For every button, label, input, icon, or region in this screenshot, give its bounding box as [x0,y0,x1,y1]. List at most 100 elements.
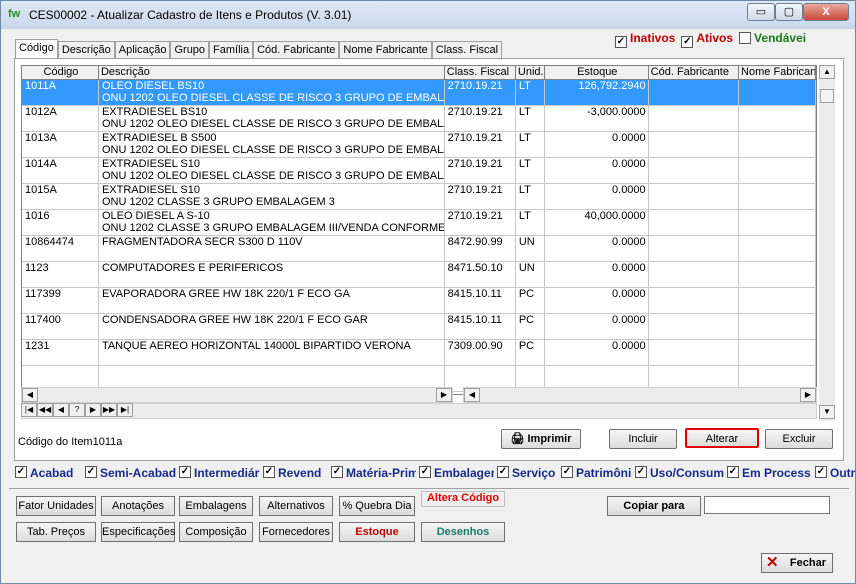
cell-unid: UN [516,262,545,287]
category-filter[interactable]: ✓ Patrimôni [561,466,632,480]
items-grid[interactable]: Código Descrição Class. Fiscal Unid. Est… [21,65,817,395]
category-filters: ✓ Acabad ✓ Semi-Acabad ✓ Intermediár ✓ Revend ✓ M… [15,466,856,480]
horizontal-scrollbar-left[interactable]: ◀ ▶ [21,387,453,403]
category-label: Uso/Consum [650,466,724,480]
vertical-scrollbar[interactable]: ▲ ▼ [819,65,835,421]
close-button[interactable]: X [803,3,849,21]
estoque-button[interactable]: Estoque [339,522,415,542]
cell-cod-fabricante [649,132,740,157]
tab-precos-button[interactable]: Tab. Preços [16,522,96,542]
scroll-left-icon[interactable]: ◀ [22,388,38,402]
scroll-thumb[interactable] [820,89,834,103]
cell-class-fiscal: 8415.10.11 [445,288,516,313]
cell-estoque: 0.0000 [545,158,649,183]
cell-cod-fabricante [649,236,740,261]
incluir-button[interactable]: Incluir [609,429,677,449]
main-window: fw CES00002 - Atualizar Cadastro de Iten… [0,0,856,584]
table-row[interactable]: 1013A EXTRADIESEL B S500 ONU 1202 OLEO DIE… [22,132,816,158]
especificacoes-button[interactable]: Especificações [101,522,175,542]
col-descricao[interactable]: Descrição [99,66,445,79]
checkbox-icon: ✓ [615,36,627,48]
filter-ativos[interactable]: ✓ Ativos [681,31,733,48]
scroll-right-icon[interactable]: ▶ [800,388,816,402]
category-filter[interactable]: ✓ Matéria-Prim [331,466,416,480]
desc-line-2: ONU 1202 OLEO DIESEL CLASSE DE RISCO 3 G… [101,170,445,182]
next-record-button[interactable]: ▶ [85,403,101,417]
category-filter[interactable]: ✓ Em Process [727,466,812,480]
table-row[interactable]: 1123 COMPUTADORES E PERIFERICOS 8471.50.10… [22,262,816,288]
col-class-fiscal[interactable]: Class. Fiscal [445,66,516,79]
cell-descricao: EXTRADIESEL S10 ONU 1202 CLASSE 3 GRUPO E… [99,184,445,209]
category-filter[interactable]: ✓ Serviço [497,466,558,480]
table-row[interactable]: 1011A OLEO DIESEL BS10 ONU 1202 OLEO DIESE… [22,80,816,106]
col-cod-fabricante[interactable]: Cód. Fabricante [649,66,740,79]
fechar-button[interactable]: ✕ Fechar [761,553,833,573]
category-filter[interactable]: ✓Outros [815,466,856,480]
cell-codigo: 1231 [22,340,99,365]
horizontal-scrollbar-right[interactable]: ◀ ▶ [463,387,817,403]
cell-cod-fabricante [649,210,740,235]
alterar-button[interactable]: Alterar [685,428,759,448]
maximize-button[interactable]: ▢ [775,3,803,21]
prev-page-button[interactable]: ◀◀ [37,403,53,417]
tab-codigo[interactable]: Código [15,39,58,60]
excluir-button[interactable]: Excluir [765,429,833,449]
category-filter[interactable]: ✓ Acabad [15,466,82,480]
embalagens-button[interactable]: Embalagens [179,496,253,516]
quebra-dia-button[interactable]: % Quebra Dia [339,496,415,516]
copiar-para-button[interactable]: Copiar para [607,496,701,516]
last-record-button[interactable]: ▶| [117,403,133,417]
col-codigo[interactable]: Código [22,66,99,79]
cell-estoque: 0.0000 [545,340,649,365]
category-filter[interactable]: ✓ Intermediár [179,466,260,480]
category-filter[interactable]: ✓ Uso/Consum [635,466,724,480]
fator-unidades-button[interactable]: Fator Unidades [16,496,96,516]
cell-descricao: OLEO DIESEL A S-10 ONU 1202 CLASSE 3 GRUP… [99,210,445,235]
scroll-left-icon[interactable]: ◀ [464,388,480,402]
col-nome-fabricante[interactable]: Nome Fabrican [739,66,816,79]
altera-codigo-button[interactable]: Altera Código [421,491,505,507]
table-row[interactable]: 1012A EXTRADIESEL BS10 ONU 1202 OLEO DIESE… [22,106,816,132]
table-row[interactable]: 117399 EVAPORADORA GREE HW 18K 220/1 F EC… [22,288,816,314]
table-row[interactable]: 1015A EXTRADIESEL S10 ONU 1202 CLASSE 3 GR… [22,184,816,210]
col-estoque[interactable]: Estoque [545,66,649,79]
table-row[interactable]: 1014A EXTRADIESEL S10 ONU 1202 OLEO DIESEL… [22,158,816,184]
checkbox-icon: ✓ [561,466,573,478]
search-record-button[interactable]: ? [69,403,85,417]
desc-line-2: ONU 1202 OLEO DIESEL CLASSE DE RISCO 3 G… [101,118,445,130]
cell-nome-fabricante [739,288,816,313]
col-unid[interactable]: Unid. [516,66,545,79]
cell-estoque: 40,000.0000 [545,210,649,235]
fornecedores-button[interactable]: Fornecedores [259,522,333,542]
cell-unid: LT [516,106,545,131]
table-row[interactable]: 117400 CONDENSADORA GREE HW 18K 220/1 F E… [22,314,816,340]
category-filter[interactable]: ✓ Semi-Acabad [85,466,176,480]
scroll-down-icon[interactable]: ▼ [819,405,835,419]
filter-inativos[interactable]: ✓ Inativos [615,31,675,48]
imprimir-button[interactable]: 🖨 Imprimir [501,429,581,449]
composicao-button[interactable]: Composição [179,522,253,542]
cell-descricao: TANQUE AEREO HORIZONTAL 14000L BIPARTIDO… [99,340,445,365]
scroll-up-icon[interactable]: ▲ [819,65,835,79]
cell-codigo: 1011A [22,80,99,105]
table-row[interactable]: 10864474 FRAGMENTADORA SECR S300 D 110V 84… [22,236,816,262]
checkbox-icon: ✓ [497,466,509,478]
category-filter[interactable]: ✓ Revend [263,466,328,480]
next-page-button[interactable]: ▶▶ [101,403,117,417]
alternativos-button[interactable]: Alternativos [259,496,333,516]
desc-line-1: COMPUTADORES E PERIFERICOS [101,262,284,274]
anotacoes-button[interactable]: Anotações [101,496,175,516]
scroll-right-icon[interactable]: ▶ [436,388,452,402]
desc-line-1: OLEO DIESEL BS10 [101,80,205,92]
first-record-button[interactable]: |◀ [21,403,37,417]
minimize-button[interactable]: ▭ [747,3,775,21]
table-row[interactable]: 1231 TANQUE AEREO HORIZONTAL 14000L BIPAR… [22,340,816,366]
cell-estoque: 0.0000 [545,236,649,261]
category-label: Patrimôni [576,466,632,480]
copiar-para-field[interactable] [704,496,830,514]
table-row[interactable]: 1016 OLEO DIESEL A S-10 ONU 1202 CLASSE 3 … [22,210,816,236]
prev-record-button[interactable]: ◀ [53,403,69,417]
desenhos-button[interactable]: Desenhos [421,522,505,542]
category-filter[interactable]: ✓ Embalagen [419,466,494,480]
filter-vendaveis[interactable]: Vendávei [739,31,806,48]
